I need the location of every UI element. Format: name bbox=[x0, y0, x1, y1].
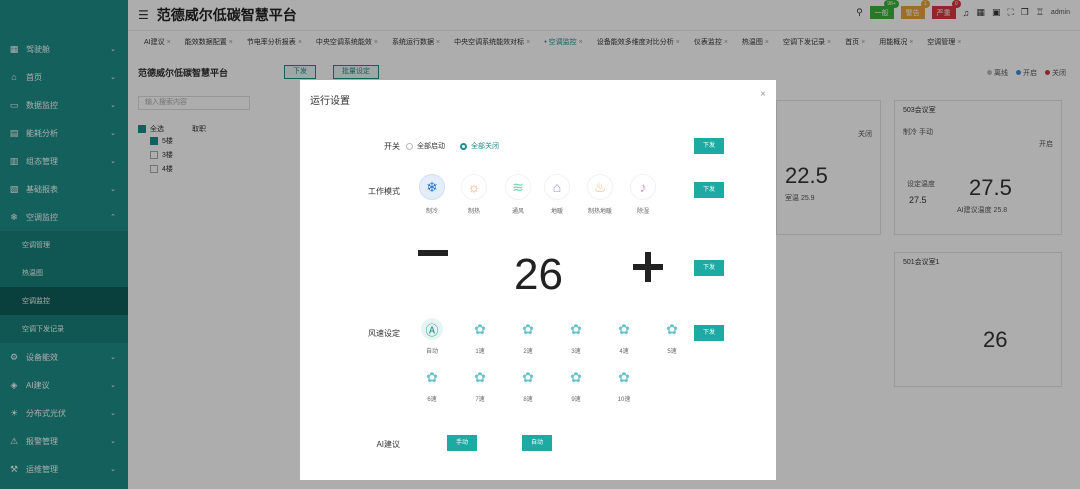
mode-option[interactable]: ❄ 制冷 bbox=[418, 174, 446, 215]
fan-speed-option[interactable]: ✿ 6速 bbox=[417, 366, 447, 404]
mode-icon: ≋ bbox=[505, 174, 531, 200]
mode-option-label: 地暖 bbox=[550, 209, 563, 215]
fan-speed-label: 4速 bbox=[619, 349, 629, 355]
mode-option-label: 制冷 bbox=[425, 209, 438, 215]
fan-speed-label: 8速 bbox=[523, 397, 533, 403]
fan-icon: ✿ bbox=[570, 368, 582, 385]
ai-label: AI建议 bbox=[376, 440, 400, 449]
send-mode-button[interactable]: 下发 bbox=[694, 182, 724, 198]
switch-label: 开关 bbox=[384, 142, 400, 151]
send-fan-button[interactable]: 下发 bbox=[694, 325, 724, 341]
fan-speed-label: 6速 bbox=[427, 397, 437, 403]
mode-label: 工作模式 bbox=[368, 187, 400, 196]
fan-label: 风速设定 bbox=[368, 329, 400, 338]
close-icon[interactable]: × bbox=[760, 89, 766, 100]
mode-icon: ♨ bbox=[587, 174, 613, 200]
fan-icon: ✿ bbox=[426, 368, 438, 385]
fan-speed-label: 5速 bbox=[667, 349, 677, 355]
fan-icon: ✿ bbox=[618, 368, 630, 385]
mode-option-label: 制热地暖 bbox=[587, 209, 612, 215]
fan-icon: ✿ bbox=[666, 320, 678, 337]
fan-icon: ✿ bbox=[570, 320, 582, 337]
fan-speed-option[interactable]: ✿ 1速 bbox=[465, 318, 495, 356]
modal-title: 运行设置 bbox=[310, 96, 350, 107]
fan-icon: ✿ bbox=[474, 368, 486, 385]
fan-speed-option[interactable]: ✿ 5速 bbox=[657, 318, 687, 356]
fan-speed-option[interactable]: ✿ 10速 bbox=[609, 366, 639, 404]
fan-speed-label: 7速 bbox=[475, 397, 485, 403]
fan-speed-option[interactable]: Ⓐ 自动 bbox=[417, 318, 447, 355]
mode-option[interactable]: ☼ 制热 bbox=[460, 174, 488, 215]
fan-icon: ✿ bbox=[474, 320, 486, 337]
mode-option[interactable]: ≋ 通风 bbox=[504, 174, 532, 215]
run-settings-modal: 运行设置 × 开关 全部启动 全部关闭 下发 工作模式 ❄ 制冷 ☼ 制热 ≋ 通风 ⌂ 地暖… bbox=[300, 80, 776, 480]
ai-manual-button[interactable]: 手动 bbox=[447, 435, 477, 451]
mode-icon: ❄ bbox=[419, 174, 445, 200]
auto-fan-icon: Ⓐ bbox=[421, 318, 443, 340]
mode-option[interactable]: ⌂ 地暖 bbox=[543, 174, 571, 215]
fan-speed-label: 2速 bbox=[523, 349, 533, 355]
fan-speed-option[interactable]: ✿ 3速 bbox=[561, 318, 591, 356]
ai-auto-button[interactable]: 自动 bbox=[522, 435, 552, 451]
fan-icon: ✿ bbox=[618, 320, 630, 337]
mode-icon: ⌂ bbox=[544, 174, 570, 200]
fan-speed-label: 3速 bbox=[571, 349, 581, 355]
fan-speed-label: 10速 bbox=[617, 397, 631, 403]
fan-speed-option[interactable]: ✿ 9速 bbox=[561, 366, 591, 404]
send-switch-button[interactable]: 下发 bbox=[694, 138, 724, 154]
temp-decrease-button[interactable] bbox=[418, 250, 448, 256]
radio-all-off[interactable]: 全部关闭 bbox=[460, 141, 499, 151]
mode-icon: ♪ bbox=[630, 174, 656, 200]
mode-option-label: 除湿 bbox=[636, 209, 649, 215]
temp-increase-button[interactable] bbox=[633, 252, 663, 282]
fan-speed-option[interactable]: ✿ 7速 bbox=[465, 366, 495, 404]
fan-speed-option[interactable]: ✿ 4速 bbox=[609, 318, 639, 356]
radio-all-on[interactable]: 全部启动 bbox=[406, 141, 445, 151]
mode-option-label: 制热 bbox=[467, 209, 480, 215]
send-temp-button[interactable]: 下发 bbox=[694, 260, 724, 276]
fan-speed-option[interactable]: ✿ 2速 bbox=[513, 318, 543, 356]
fan-icon: ✿ bbox=[522, 368, 534, 385]
fan-icon: ✿ bbox=[522, 320, 534, 337]
mode-icon: ☼ bbox=[461, 174, 487, 200]
fan-speed-label: 自动 bbox=[425, 349, 438, 355]
mode-option-label: 通风 bbox=[511, 209, 524, 215]
fan-speed-option[interactable]: ✿ 8速 bbox=[513, 366, 543, 404]
fan-speed-label: 1速 bbox=[475, 349, 485, 355]
mode-option[interactable]: ♪ 除湿 bbox=[629, 174, 657, 215]
temperature-value: 26 bbox=[514, 250, 563, 299]
fan-speed-label: 9速 bbox=[571, 397, 581, 403]
mode-option[interactable]: ♨ 制热地暖 bbox=[586, 174, 614, 215]
